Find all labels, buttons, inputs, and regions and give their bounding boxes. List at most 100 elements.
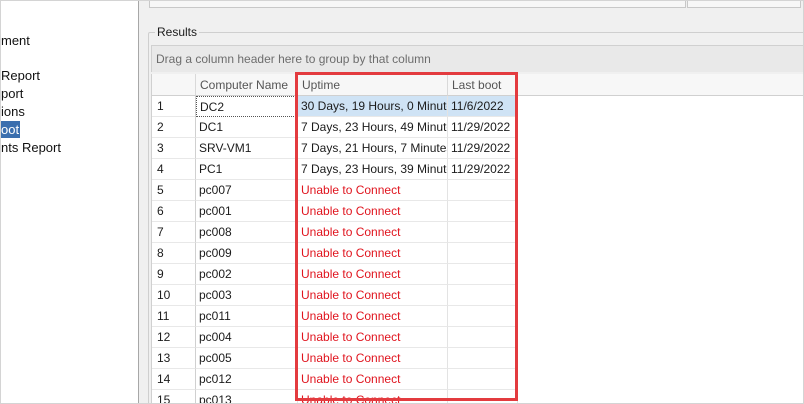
computer-name-cell[interactable]: DC2: [196, 96, 298, 117]
app-window: ment Report port ions oot nts Report Res…: [0, 0, 804, 404]
uptime-cell[interactable]: 30 Days, 19 Hours, 0 Minutes: [298, 96, 448, 117]
uptime-cell[interactable]: Unable to Connect: [298, 348, 448, 369]
computer-name-cell[interactable]: pc004: [196, 327, 298, 348]
uptime-cell[interactable]: 7 Days, 23 Hours, 49 Minutes: [298, 117, 448, 138]
computer-name-cell[interactable]: SRV-VM1: [196, 138, 298, 159]
last-boot-cell[interactable]: [448, 180, 518, 201]
results-pane: Results Drag a column header here to gro…: [139, 1, 803, 403]
last-boot-cell[interactable]: [448, 201, 518, 222]
computer-name-cell[interactable]: PC1: [196, 159, 298, 180]
table-row[interactable]: 4 PC1 7 Days, 23 Hours, 39 Minutes 11/29/20…: [152, 159, 803, 180]
last-boot-cell[interactable]: [448, 369, 518, 390]
table-row[interactable]: 14 pc012 Unable to Connect: [152, 369, 803, 390]
nav-item-management[interactable]: ment: [1, 32, 31, 49]
table-row[interactable]: 9 pc002 Unable to Connect: [152, 264, 803, 285]
computer-name-cell[interactable]: pc005: [196, 348, 298, 369]
last-boot-cell[interactable]: [448, 264, 518, 285]
options-panel-edge: [149, 1, 686, 8]
computer-name-cell[interactable]: pc001: [196, 201, 298, 222]
nav-item-port[interactable]: port: [1, 85, 24, 102]
row-filler: [518, 117, 803, 138]
computer-name-cell[interactable]: pc003: [196, 285, 298, 306]
row-number: 2: [152, 117, 196, 138]
row-filler: [518, 390, 803, 403]
last-boot-cell[interactable]: 11/6/2022: [448, 96, 518, 117]
results-grid: Computer Name Uptime Last boot 1 DC2 30 Da…: [151, 74, 803, 403]
last-boot-cell[interactable]: [448, 222, 518, 243]
table-row[interactable]: 10 pc003 Unable to Connect: [152, 285, 803, 306]
options-panel-edge-right: [687, 1, 801, 8]
table-row[interactable]: 3 SRV-VM1 7 Days, 21 Hours, 7 Minutes 11/29…: [152, 138, 803, 159]
last-boot-cell[interactable]: [448, 390, 518, 403]
computer-name-cell[interactable]: pc007: [196, 180, 298, 201]
last-boot-cell[interactable]: [448, 243, 518, 264]
last-boot-cell[interactable]: 11/29/2022: [448, 138, 518, 159]
table-row[interactable]: 5 pc007 Unable to Connect: [152, 180, 803, 201]
column-header-last-boot[interactable]: Last boot: [448, 74, 518, 96]
row-filler: [518, 348, 803, 369]
nav-item-events-report[interactable]: nts Report: [1, 139, 62, 156]
row-number: 13: [152, 348, 196, 369]
table-row[interactable]: 15 pc013 Unable to Connect: [152, 390, 803, 403]
uptime-cell[interactable]: Unable to Connect: [298, 222, 448, 243]
row-filler: [518, 159, 803, 180]
computer-name-cell[interactable]: DC1: [196, 117, 298, 138]
row-filler: [518, 180, 803, 201]
column-header-computer-name[interactable]: Computer Name: [196, 74, 298, 96]
computer-name-cell[interactable]: pc012: [196, 369, 298, 390]
row-number: 12: [152, 327, 196, 348]
nav-item-ions[interactable]: ions: [1, 103, 26, 120]
uptime-cell[interactable]: Unable to Connect: [298, 306, 448, 327]
row-filler: [518, 201, 803, 222]
nav-item-last-boot-selected[interactable]: oot: [1, 121, 21, 138]
last-boot-cell[interactable]: [448, 306, 518, 327]
uptime-cell[interactable]: Unable to Connect: [298, 327, 448, 348]
report-navigation-pane: ment Report port ions oot nts Report: [1, 1, 139, 403]
computer-name-cell[interactable]: pc011: [196, 306, 298, 327]
last-boot-cell[interactable]: [448, 285, 518, 306]
row-number: 5: [152, 180, 196, 201]
column-header-uptime[interactable]: Uptime: [298, 74, 448, 96]
computer-name-cell[interactable]: pc002: [196, 264, 298, 285]
uptime-cell[interactable]: Unable to Connect: [298, 201, 448, 222]
last-boot-cell[interactable]: 11/29/2022: [448, 117, 518, 138]
table-row[interactable]: 6 pc001 Unable to Connect: [152, 201, 803, 222]
results-group-title: Results: [155, 25, 200, 39]
uptime-cell[interactable]: Unable to Connect: [298, 390, 448, 403]
last-boot-cell[interactable]: [448, 348, 518, 369]
last-boot-cell[interactable]: [448, 327, 518, 348]
computer-name-cell[interactable]: pc013: [196, 390, 298, 403]
table-row[interactable]: 7 pc008 Unable to Connect: [152, 222, 803, 243]
last-boot-cell[interactable]: 11/29/2022: [448, 159, 518, 180]
row-filler: [518, 222, 803, 243]
group-by-panel[interactable]: Drag a column header here to group by th…: [151, 45, 803, 72]
table-row[interactable]: 8 pc009 Unable to Connect: [152, 243, 803, 264]
row-number: 7: [152, 222, 196, 243]
row-number: 3: [152, 138, 196, 159]
table-row[interactable]: 1 DC2 30 Days, 19 Hours, 0 Minutes 11/6/202…: [152, 96, 803, 117]
uptime-cell[interactable]: Unable to Connect: [298, 264, 448, 285]
row-filler: [518, 285, 803, 306]
row-number: 4: [152, 159, 196, 180]
row-filler: [518, 96, 803, 117]
table-row[interactable]: 13 pc005 Unable to Connect: [152, 348, 803, 369]
uptime-cell[interactable]: 7 Days, 23 Hours, 39 Minutes: [298, 159, 448, 180]
computer-name-cell[interactable]: pc009: [196, 243, 298, 264]
uptime-cell[interactable]: 7 Days, 21 Hours, 7 Minutes: [298, 138, 448, 159]
table-row[interactable]: 11 pc011 Unable to Connect: [152, 306, 803, 327]
row-number-header: [152, 74, 196, 96]
nav-item-report[interactable]: Report: [1, 67, 41, 84]
row-filler: [518, 138, 803, 159]
computer-name-cell[interactable]: pc008: [196, 222, 298, 243]
table-row[interactable]: 12 pc004 Unable to Connect: [152, 327, 803, 348]
uptime-cell[interactable]: Unable to Connect: [298, 180, 448, 201]
uptime-cell[interactable]: Unable to Connect: [298, 285, 448, 306]
row-number: 14: [152, 369, 196, 390]
uptime-cell[interactable]: Unable to Connect: [298, 243, 448, 264]
table-row[interactable]: 2 DC1 7 Days, 23 Hours, 49 Minutes 11/29/20…: [152, 117, 803, 138]
row-number: 11: [152, 306, 196, 327]
row-number: 6: [152, 201, 196, 222]
row-number: 1: [152, 96, 196, 117]
row-number: 15: [152, 390, 196, 403]
uptime-cell[interactable]: Unable to Connect: [298, 369, 448, 390]
